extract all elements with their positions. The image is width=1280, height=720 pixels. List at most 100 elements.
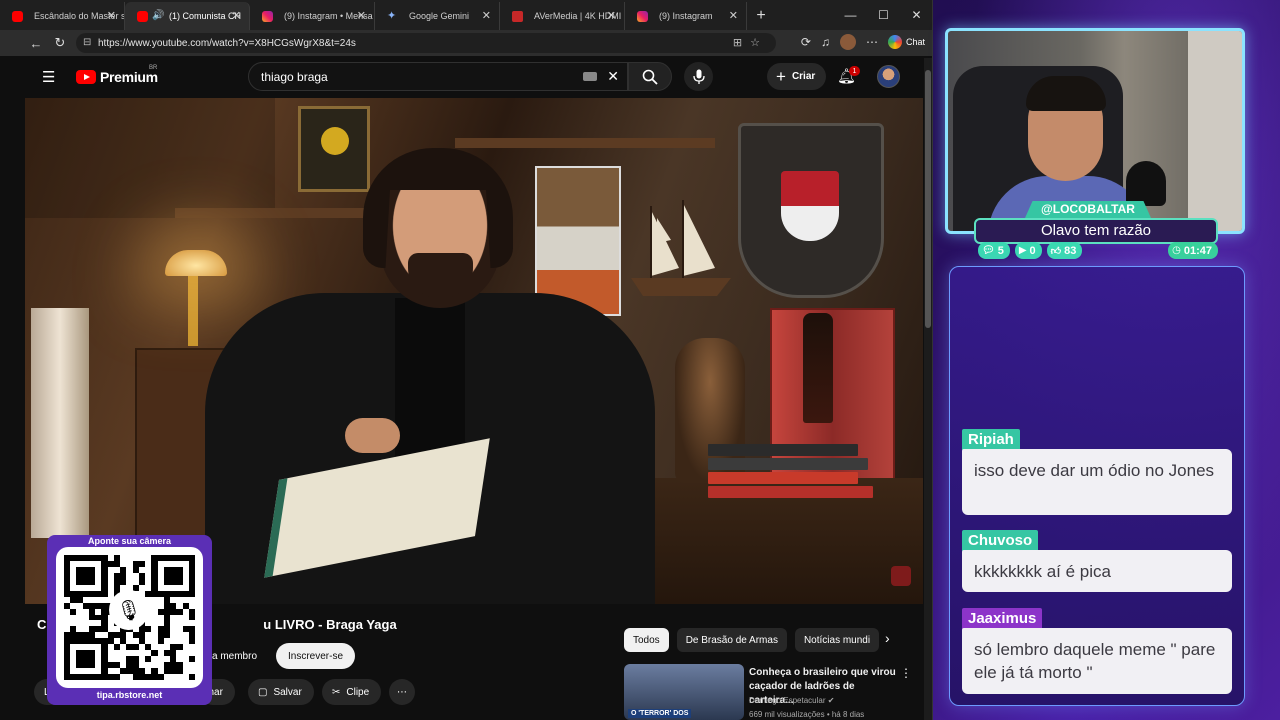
chat-label: Chat	[905, 37, 925, 47]
tab-comunista[interactable]: 🔊 (1) Comunista CH ✕	[125, 2, 250, 30]
close-icon[interactable]: ✕	[107, 9, 116, 22]
gemini-chat-button[interactable]: Chat	[887, 35, 925, 49]
minimize-icon[interactable]: —	[834, 0, 867, 30]
close-icon[interactable]: ✕	[729, 9, 738, 22]
streamer-username: @LOCOBALTAR	[1025, 201, 1151, 218]
video-player[interactable]	[25, 98, 923, 604]
close-icon[interactable]: ✕	[482, 9, 491, 22]
search-button[interactable]	[628, 62, 672, 91]
new-tab-button[interactable]: +	[747, 2, 775, 30]
clear-search-icon[interactable]: ✕	[607, 68, 619, 85]
stream-stats: 💬︎ 5 ▶ 0 👍︎ 83 ◷ 01:47	[978, 242, 1218, 259]
man-hand	[345, 418, 400, 453]
channel-name: Domingo Espetacular	[749, 696, 826, 705]
video-count-badge: ▶ 0	[1014, 242, 1042, 259]
qr-card: Aponte sua câmera 🎙︎ tipa.rbstore.net	[47, 535, 212, 705]
tab-gemini[interactable]: ✦ Google Gemini ✕	[375, 2, 500, 30]
close-window-icon[interactable]: ✕	[900, 0, 932, 30]
shield	[738, 123, 884, 298]
subscribe-button[interactable]: Inscrever-se	[276, 643, 356, 669]
tab-instagram[interactable]: (9) Instagram ✕	[625, 2, 747, 30]
speaker-icon[interactable]: 🔊	[152, 10, 164, 21]
chip-brasao[interactable]: De Brasão de Armas	[676, 628, 787, 652]
verified-icon: ✔	[827, 696, 835, 705]
close-icon[interactable]: ✕	[607, 9, 616, 22]
maximize-icon[interactable]: ☐	[867, 0, 900, 30]
tab-avermedia[interactable]: AVerMedia | 4K HDMI ✕	[500, 2, 625, 30]
chip-noticias[interactable]: Notícias mundi	[794, 628, 880, 652]
voice-search-button[interactable]	[684, 62, 713, 91]
video-count: 0	[1029, 244, 1036, 257]
book	[708, 472, 858, 484]
save-icon: ▢	[258, 686, 268, 698]
chat-message: isso deve dar um ódio no Jones	[962, 449, 1232, 515]
book	[708, 458, 868, 470]
chevron-right-icon[interactable]: ›	[885, 630, 890, 646]
plus-icon: +	[776, 66, 786, 86]
media-icon[interactable]: ♫	[821, 35, 830, 49]
menu-icon[interactable]: ☰	[42, 68, 55, 86]
lamp-shade	[165, 250, 227, 276]
join-button[interactable]: a membro	[212, 643, 272, 669]
likes-count: 83	[1064, 244, 1077, 257]
more-vertical-icon[interactable]: ⋮	[900, 666, 912, 680]
site-info-icon[interactable]: ⊟	[83, 37, 91, 48]
profile-avatar[interactable]	[839, 34, 856, 50]
tab-instagram-messages[interactable]: (9) Instagram • Mensa ✕	[250, 2, 375, 30]
instagram-icon	[262, 11, 273, 22]
subscribe-label: Inscrever-se	[288, 650, 344, 662]
logo-text: Premium	[100, 69, 158, 85]
chat-author: Chuvoso	[962, 530, 1039, 551]
thumbnail-tag: O 'TERROR' DOS	[628, 709, 692, 718]
search-input[interactable]: thiago braga ✕	[248, 62, 628, 91]
filter-chips: Todos De Brasão de Armas Notícias mundi	[624, 628, 880, 652]
tab-title: (9) Instagram	[659, 11, 713, 21]
chip-all[interactable]: Todos	[624, 628, 669, 652]
more-icon: ⋯	[397, 686, 407, 698]
tab-title: (1) Comunista CH	[169, 11, 242, 21]
bookmark-star-icon[interactable]: ⊞☆	[733, 36, 768, 49]
clip-label: Clipe	[346, 686, 370, 698]
keyboard-icon[interactable]	[583, 72, 597, 81]
close-icon[interactable]: ✕	[357, 9, 366, 22]
url-field[interactable]: ⊟ https://www.youtube.com/watch?v=X8HCGs…	[76, 33, 776, 53]
reload-icon[interactable]: ↻	[48, 35, 72, 51]
microphone	[1126, 161, 1166, 206]
youtube-logo[interactable]: Premium BR	[76, 65, 158, 85]
close-icon[interactable]: ✕	[232, 9, 241, 22]
back-icon[interactable]: ←	[24, 36, 48, 51]
tab-escandalo[interactable]: Escândalo do Master s ✕	[0, 2, 125, 30]
extensions-icon[interactable]: ⟳	[801, 35, 811, 49]
region-label: BR	[149, 65, 158, 71]
chat-message: kkkkkkkk aí é pica	[962, 550, 1232, 592]
thumbs-up-icon: 👍︎	[1050, 245, 1062, 257]
clip-button[interactable]: ✂ Clipe	[322, 679, 382, 705]
channel-watermark-icon[interactable]	[891, 566, 911, 586]
chat-author: Jaaximus	[962, 608, 1043, 629]
stream-timer-badge: ◷ 01:47	[1168, 242, 1218, 259]
more-actions-button[interactable]: ⋯	[389, 679, 415, 705]
recommended-channel: Domingo Espetacular ✔	[749, 696, 834, 705]
qr-module	[188, 674, 195, 680]
menu-dots-icon[interactable]: ⋯	[866, 35, 878, 49]
create-label: Criar	[791, 71, 816, 82]
avermedia-icon	[512, 11, 523, 22]
lamp-base	[188, 276, 198, 346]
video-title-start: C	[37, 617, 47, 632]
account-avatar[interactable]	[877, 65, 900, 88]
tab-title: Google Gemini	[409, 11, 470, 21]
column	[31, 308, 89, 538]
video-thumbnail[interactable]: O 'TERROR' DOS	[624, 664, 744, 720]
scrollbar-thumb[interactable]	[925, 70, 931, 328]
chat-icon: 💬︎	[982, 245, 995, 256]
ship-model	[631, 200, 731, 296]
save-label: Salvar	[273, 686, 302, 698]
save-button[interactable]: ▢ Salvar	[248, 679, 314, 705]
create-button[interactable]: + Criar	[767, 63, 827, 90]
recommended-video[interactable]: O 'TERROR' DOS Conheça o brasileiro que …	[624, 664, 914, 720]
wall-frame	[298, 106, 370, 192]
wall-panel	[25, 98, 275, 218]
page-scrollbar[interactable]	[924, 58, 932, 720]
clock-icon: ◷	[1172, 245, 1181, 256]
join-label: a membro	[212, 650, 258, 662]
